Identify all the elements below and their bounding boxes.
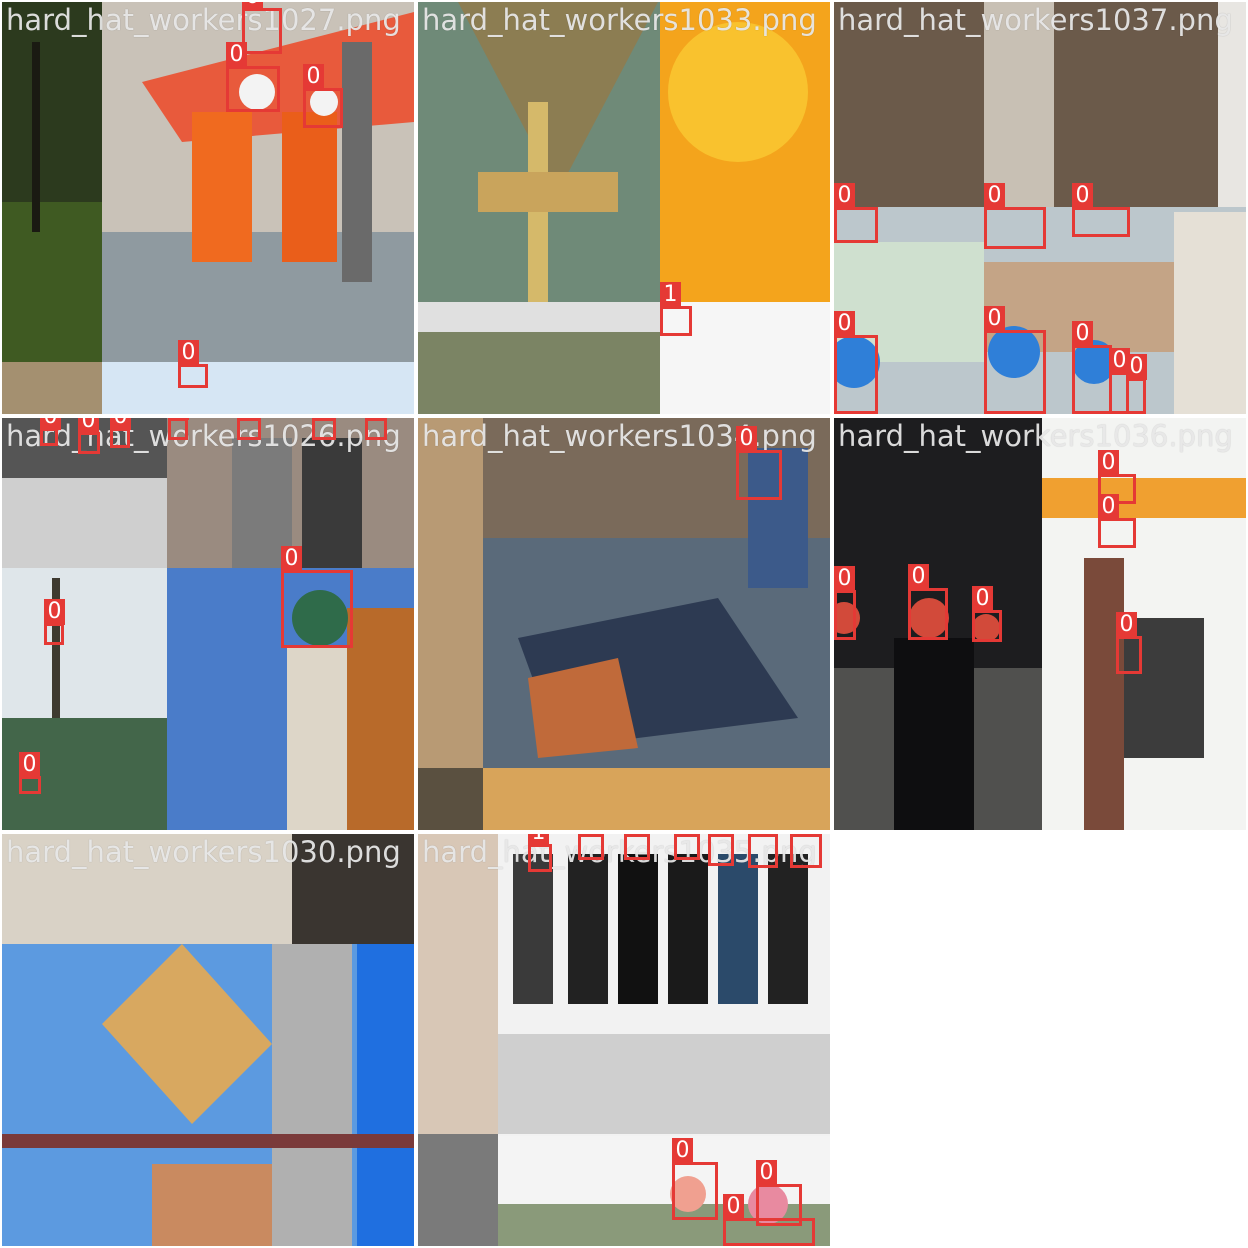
tile-7-filename: hard_hat_workers1030.png xyxy=(6,835,401,869)
helmet-box: 0 xyxy=(303,64,343,128)
class-label: 0 xyxy=(834,566,855,592)
class-label: 0 xyxy=(672,1138,693,1164)
tile-6-filename: hard_hat_workers1036.png xyxy=(838,419,1233,453)
class-label: 0 xyxy=(44,599,65,625)
class-label: 1 xyxy=(237,418,258,420)
class-label: 0 xyxy=(1126,354,1147,380)
helmet-box: 0 xyxy=(723,1194,815,1246)
class-label: 0 xyxy=(1116,612,1137,638)
head-box: 1 xyxy=(168,418,189,440)
helmet-box: 0 xyxy=(242,2,282,54)
helmet-box: 0 xyxy=(834,311,878,414)
head-box: 1 xyxy=(578,834,604,860)
class-label: 1 xyxy=(708,834,729,836)
class-label: 0 xyxy=(242,2,263,10)
class-label: 0 xyxy=(756,1160,777,1186)
class-label: 0 xyxy=(834,183,855,209)
class-label: 1 xyxy=(312,418,333,420)
helmet-box: 0 xyxy=(1098,494,1136,548)
class-label: 1 xyxy=(660,282,681,308)
helmet-box: 0 xyxy=(44,599,65,645)
tile-2-image xyxy=(418,2,830,414)
tile-1-filename: hard_hat_workers1027.png xyxy=(6,3,401,37)
class-label: 0 xyxy=(984,183,1005,209)
helmet-box: 0 xyxy=(110,418,131,448)
class-label: 0 xyxy=(1098,450,1119,476)
helmet-box: 0 xyxy=(1116,612,1142,674)
helmet-box: 0 xyxy=(281,546,353,648)
tile-5: hard_hat_workers1034.png 0 xyxy=(418,418,830,830)
class-label: 0 xyxy=(40,418,61,430)
head-box: 1 xyxy=(528,834,552,872)
tile-3-filename: hard_hat_workers1037.png xyxy=(838,3,1233,37)
tile-5-filename: hard_hat_workers1034.png xyxy=(422,419,817,453)
head-box: 1 xyxy=(660,282,692,336)
tile-6: hard_hat_workers1036.png 0 0 0 0 0 0 xyxy=(834,418,1246,830)
helmet-box: 0 xyxy=(984,306,1046,414)
class-label: 0 xyxy=(972,586,993,612)
helmet-box: 0 xyxy=(1072,183,1130,237)
class-label: 0 xyxy=(303,64,324,90)
class-label: 1 xyxy=(624,834,645,836)
head-box: 1 xyxy=(674,834,700,860)
helmet-box: 0 xyxy=(178,340,208,388)
class-label: 0 xyxy=(736,426,757,452)
head-box: 1 xyxy=(624,834,650,860)
tile-4: hard_hat_workers1026.png 0 0 0 0 0 0 1 1… xyxy=(2,418,414,830)
helmet-box: 0 xyxy=(984,183,1046,249)
image-mosaic: hard_hat_workers1027.png 0 0 0 0 hard_ha… xyxy=(0,0,1248,1248)
class-label: 1 xyxy=(365,418,386,420)
class-label: 1 xyxy=(674,834,695,836)
tile-7-image xyxy=(2,834,414,1246)
head-box: 1 xyxy=(237,418,261,440)
head-box: 1 xyxy=(748,834,778,868)
tile-7: hard_hat_workers1030.png xyxy=(2,834,414,1246)
helmet-box: 0 xyxy=(1126,354,1147,414)
helmet-box: 0 xyxy=(908,564,948,640)
helmet-box: 0 xyxy=(834,566,856,640)
class-label: 1 xyxy=(578,834,599,836)
tile-2: hard_hat_workers1033.png 1 xyxy=(418,2,830,414)
class-label: 1 xyxy=(168,418,189,420)
head-box: 1 xyxy=(365,418,387,440)
helmet-box: 0 xyxy=(736,426,782,500)
class-label: 0 xyxy=(78,418,99,434)
tile-4-filename: hard_hat_workers1026.png xyxy=(6,419,401,453)
class-label: 0 xyxy=(723,1194,744,1220)
helmet-box: 0 xyxy=(972,586,1002,642)
helmet-box: 0 xyxy=(78,418,100,454)
helmet-box: 0 xyxy=(226,42,280,112)
class-label: 0 xyxy=(1098,494,1119,520)
head-box: 1 xyxy=(790,834,822,868)
class-label: 0 xyxy=(281,546,302,572)
class-label: 0 xyxy=(908,564,929,590)
tile-1-image xyxy=(2,2,414,414)
helmet-box: 0 xyxy=(19,752,41,794)
head-box: 1 xyxy=(708,834,734,866)
helmet-box: 0 xyxy=(1072,321,1112,414)
class-label: 0 xyxy=(1072,183,1093,209)
tile-3: hard_hat_workers1037.png 0 0 0 0 0 0 0 0 xyxy=(834,2,1246,414)
head-box: 1 xyxy=(312,418,336,440)
class-label: 0 xyxy=(1072,321,1093,347)
helmet-box: 0 xyxy=(834,183,878,243)
class-label: 0 xyxy=(984,306,1005,332)
class-label: 0 xyxy=(834,311,855,337)
class-label: 1 xyxy=(528,834,549,846)
helmet-box: 0 xyxy=(672,1138,718,1220)
helmet-box: 0 xyxy=(40,418,61,446)
tile-6-image xyxy=(834,418,1246,830)
class-label: 1 xyxy=(748,834,769,836)
class-label: 0 xyxy=(110,418,131,430)
tile-2-filename: hard_hat_workers1033.png xyxy=(422,3,817,37)
tile-8: hard_hat_workers1035.png 1 1 1 1 1 1 1 0… xyxy=(418,834,830,1246)
class-label: 1 xyxy=(790,834,811,836)
class-label: 0 xyxy=(19,752,40,778)
class-label: 0 xyxy=(178,340,199,366)
tile-1: hard_hat_workers1027.png 0 0 0 0 xyxy=(2,2,414,414)
